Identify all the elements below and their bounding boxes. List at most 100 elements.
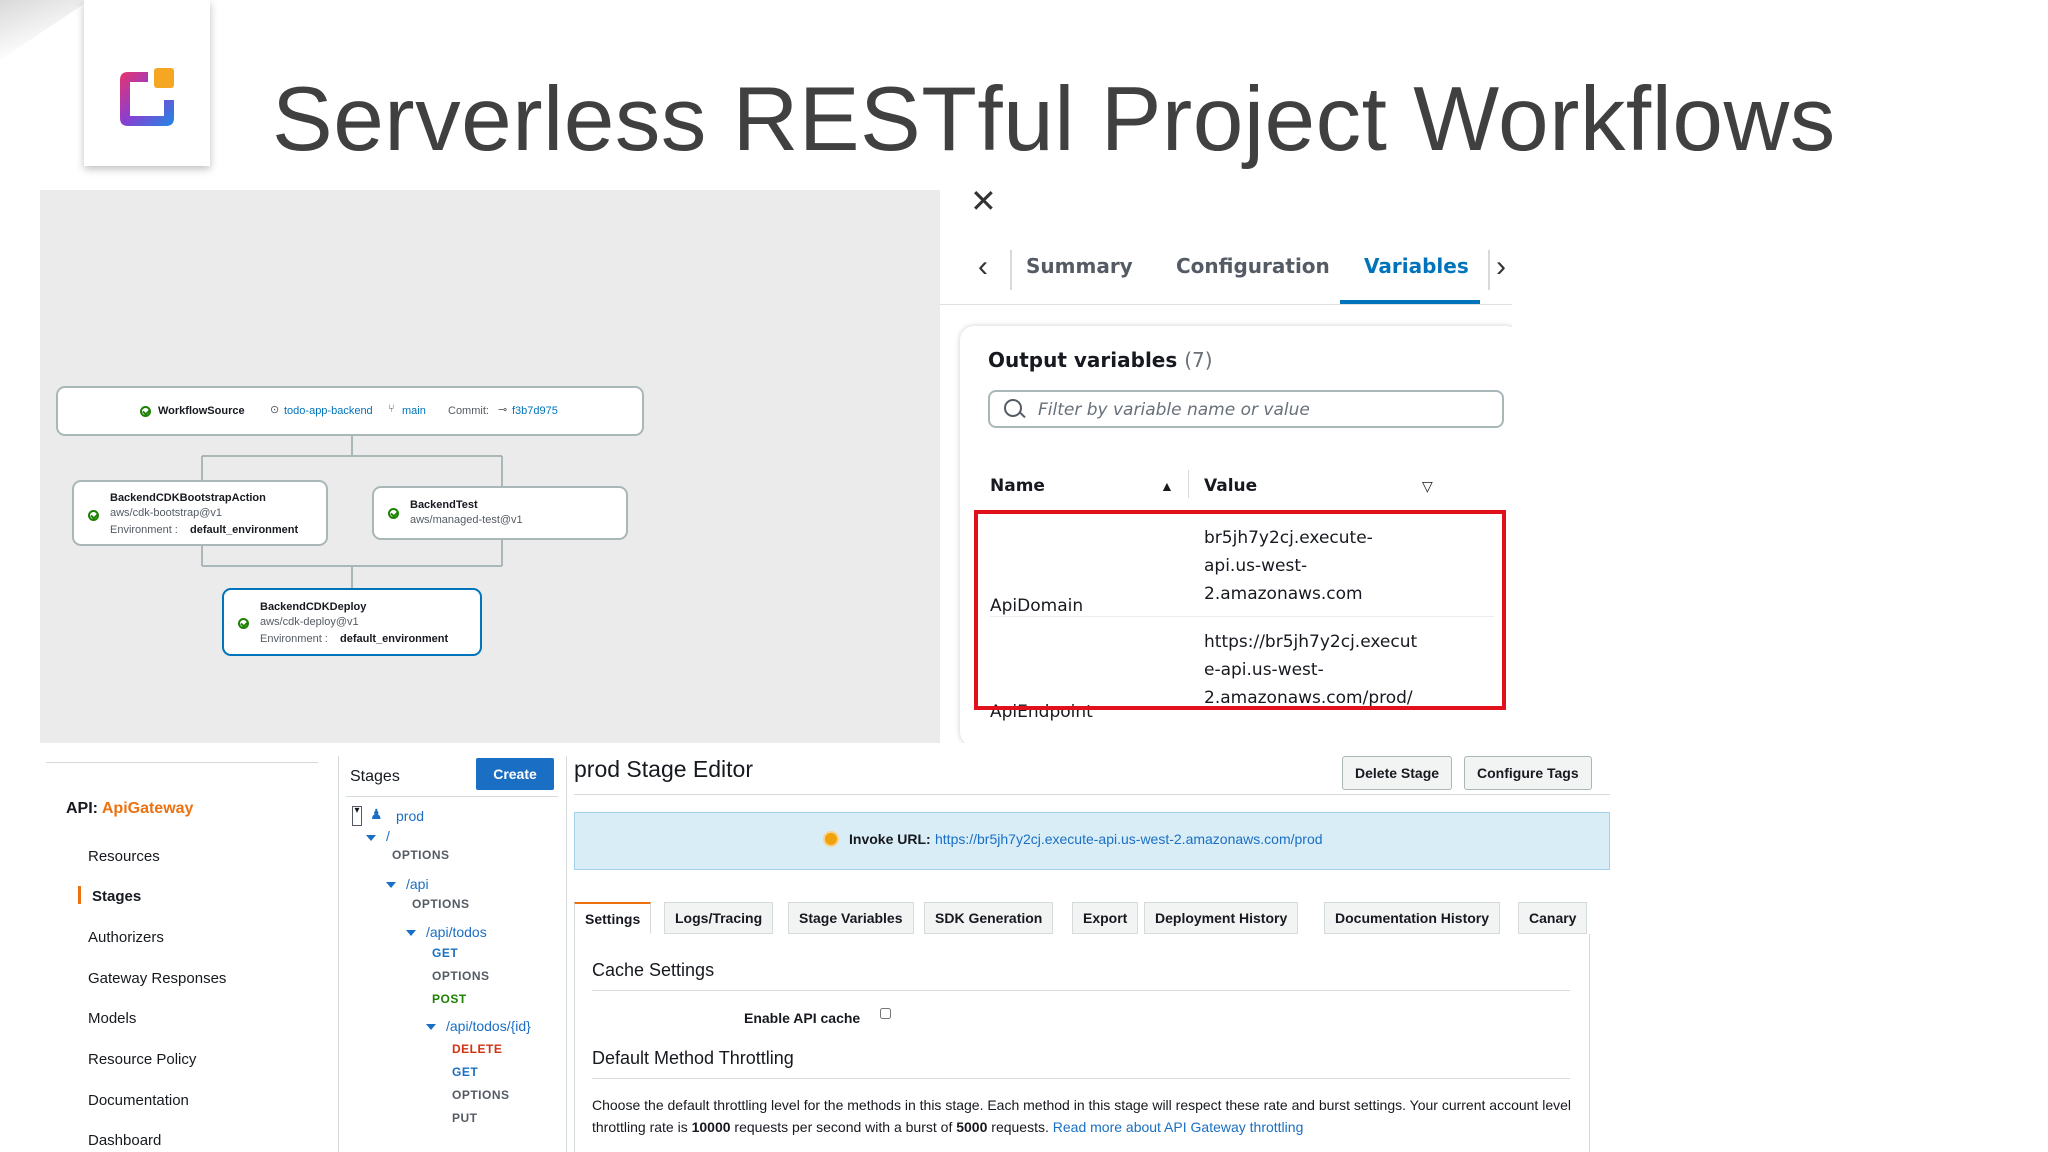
branch-link[interactable]: main (402, 405, 426, 417)
tree-method-get[interactable]: GET (452, 1065, 478, 1079)
throttling-docs-link[interactable]: Read more about API Gateway throttling (1053, 1119, 1304, 1135)
column-header-value[interactable]: Value (1204, 476, 1257, 496)
tree-resource-api[interactable]: /api (406, 876, 429, 892)
success-check-icon (238, 618, 249, 629)
highlight-box (974, 510, 1506, 710)
info-icon (825, 833, 837, 845)
tree-method-options[interactable]: OPTIONS (432, 969, 490, 983)
action-details-panel: ✕ ‹ Summary Configuration Variables › Ou… (940, 180, 1512, 743)
backend-test-node[interactable]: BackendTest aws/managed-test@v1 (372, 486, 628, 540)
tab-stage-variables[interactable]: Stage Variables (788, 902, 914, 934)
output-variables-title: Output variables (7) (988, 348, 1213, 372)
caret-down-icon[interactable] (426, 1024, 436, 1030)
success-check-icon (140, 406, 151, 417)
details-tab-bar: ‹ Summary Configuration Variables › (940, 240, 1512, 305)
caret-down-icon[interactable] (406, 930, 416, 936)
workflow-source-label: WorkflowSource (158, 405, 245, 417)
bootstrap-action-node[interactable]: BackendCDKBootstrapAction aws/cdk-bootst… (72, 480, 328, 546)
bootstrap-env-value: default_environment (190, 524, 299, 536)
tree-method-options[interactable]: OPTIONS (412, 897, 470, 911)
cdk-deploy-node[interactable]: BackendCDKDeploy aws/cdk-deploy@v1 Envir… (222, 588, 482, 656)
commit-icon: ⊸ (498, 404, 508, 416)
sort-descending-icon[interactable]: ▽ (1422, 478, 1433, 495)
backend-test-action: aws/managed-test@v1 (410, 514, 523, 526)
corner-decoration (0, 0, 90, 60)
cdk-deploy-env-label: Environment : (260, 633, 328, 645)
chevron-left-icon[interactable]: ‹ (978, 250, 988, 284)
cache-settings-title: Cache Settings (592, 960, 715, 980)
tree-resource-todos[interactable]: /api/todos (426, 924, 487, 940)
nav-resources[interactable]: Resources (88, 848, 160, 865)
tab-settings[interactable]: Settings (574, 902, 652, 934)
tab-canary[interactable]: Canary (1518, 902, 1588, 934)
filter-input[interactable] (1036, 392, 1500, 428)
nav-resource-policy[interactable]: Resource Policy (88, 1051, 196, 1068)
nav-authorizers[interactable]: Authorizers (88, 929, 164, 946)
tree-method-options[interactable]: OPTIONS (452, 1088, 510, 1102)
tree-method-get[interactable]: GET (432, 946, 458, 960)
close-icon[interactable]: ✕ (970, 182, 997, 220)
tab-export[interactable]: Export (1072, 902, 1139, 934)
caret-down-icon[interactable] (366, 835, 376, 841)
collapse-toggle-icon[interactable]: ▾ (352, 806, 362, 826)
tab-sdk-generation[interactable]: SDK Generation (924, 902, 1054, 934)
tree-resource-todo-id[interactable]: /api/todos/{id} (446, 1018, 531, 1034)
bootstrap-action-id: aws/cdk-bootstrap@v1 (110, 507, 223, 519)
tree-resource-root[interactable]: / (386, 828, 390, 844)
throttle-rate: 10000 (691, 1119, 731, 1135)
workflow-diagram: WorkflowSource ⊙ todo-app-backend ⑂ main… (40, 190, 940, 743)
commit-link[interactable]: f3b7d975 (512, 405, 558, 417)
caret-down-icon[interactable] (386, 882, 396, 888)
output-variables-count: (7) (1184, 348, 1213, 372)
throttle-burst: 5000 (956, 1119, 988, 1135)
chevron-right-icon[interactable]: › (1496, 250, 1506, 284)
backend-test-name: BackendTest (410, 499, 478, 511)
enable-cache-label: Enable API cache (744, 1010, 861, 1026)
nav-dashboard[interactable]: Dashboard (88, 1132, 161, 1149)
sort-ascending-icon[interactable]: ▲ (1160, 478, 1174, 494)
repo-link[interactable]: todo-app-backend (284, 405, 373, 417)
api-name[interactable]: ApiGateway (102, 800, 194, 817)
active-nav-indicator (78, 886, 81, 904)
logo-card (84, 0, 210, 166)
configure-tags-button[interactable]: Configure Tags (1464, 756, 1592, 790)
tree-method-delete[interactable]: DELETE (452, 1042, 502, 1056)
stage-editor-title: prod Stage Editor (574, 756, 754, 782)
enable-cache-checkbox[interactable] (880, 1008, 891, 1019)
success-check-icon (388, 508, 399, 519)
delete-stage-button[interactable]: Delete Stage (1342, 756, 1453, 790)
invoke-url-banner: Invoke URL: https://br5jh7y2cj.execute-a… (574, 812, 1610, 870)
stages-title: Stages (350, 768, 400, 785)
tree-method-post[interactable]: POST (432, 992, 467, 1006)
tab-logs-tracing[interactable]: Logs/Tracing (664, 902, 774, 934)
tab-deployment-history[interactable]: Deployment History (1144, 902, 1299, 934)
create-stage-button[interactable]: Create (476, 758, 554, 790)
column-header-name[interactable]: Name (990, 476, 1045, 496)
bootstrap-action-name: BackendCDKBootstrapAction (110, 492, 266, 504)
success-check-icon (88, 510, 99, 521)
tab-documentation-history[interactable]: Documentation History (1324, 902, 1501, 934)
workflow-connectors (201, 436, 503, 588)
nav-gateway-responses[interactable]: Gateway Responses (88, 970, 226, 987)
tree-method-options[interactable]: OPTIONS (392, 848, 450, 862)
nav-models[interactable]: Models (88, 1010, 136, 1027)
filter-field[interactable] (988, 390, 1504, 428)
invoke-url-link[interactable]: https://br5jh7y2cj.execute-api.us-west-2… (935, 831, 1323, 847)
tab-summary[interactable]: Summary (1026, 254, 1133, 278)
active-tab-indicator (1340, 300, 1480, 304)
repo-icon: ⊙ (270, 404, 280, 416)
nav-stages[interactable]: Stages (92, 888, 141, 905)
cdk-deploy-action: aws/cdk-deploy@v1 (260, 616, 359, 628)
api-title: API: ApiGateway (66, 800, 194, 817)
commit-label: Commit: (448, 405, 489, 417)
tab-configuration[interactable]: Configuration (1176, 254, 1330, 278)
workflow-source-node[interactable]: WorkflowSource ⊙ todo-app-backend ⑂ main… (56, 386, 644, 436)
tree-method-put[interactable]: PUT (452, 1111, 478, 1125)
invoke-url-label: Invoke URL: (849, 831, 931, 847)
throttling-title: Default Method Throttling (592, 1048, 794, 1068)
tab-variables[interactable]: Variables (1364, 254, 1469, 278)
cdk-deploy-env-value: default_environment (340, 633, 449, 645)
tree-stage-prod[interactable]: prod (396, 808, 424, 824)
nav-documentation[interactable]: Documentation (88, 1092, 189, 1109)
bootstrap-env-label: Environment : (110, 524, 178, 536)
